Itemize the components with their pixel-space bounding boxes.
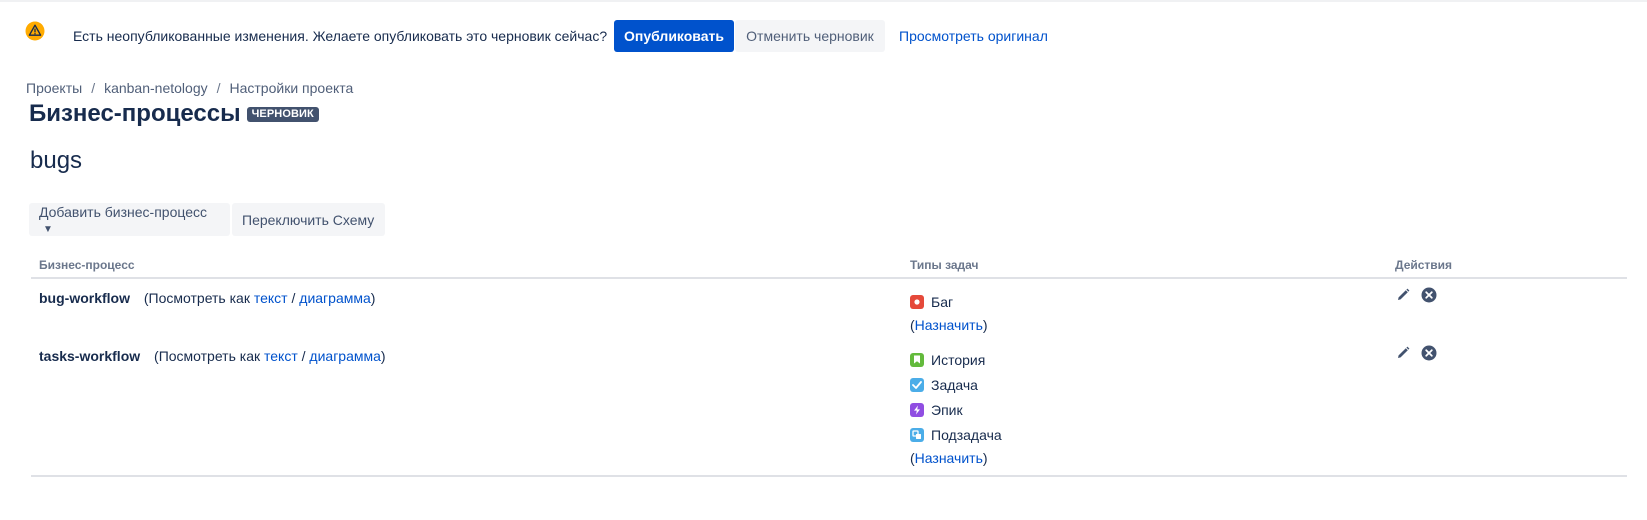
bug-icon (910, 294, 924, 309)
breadcrumb-separator: / (91, 80, 96, 96)
view-as-text-link[interactable]: текст (264, 348, 298, 364)
table-bottom-divider (31, 475, 1627, 477)
view-as-links: (Посмотреть как текст / диаграмма) (154, 348, 386, 364)
view-as-links: (Посмотреть как текст / диаграмма) (144, 290, 376, 306)
warning-icon (25, 21, 45, 41)
switch-scheme-button[interactable]: Переключить Схему (232, 203, 385, 236)
delete-circle-x-icon[interactable] (1421, 287, 1437, 303)
table-header-divider (31, 277, 1627, 279)
view-slash: / (301, 348, 306, 364)
breadcrumb-project-settings[interactable]: Настройки проекта (230, 80, 354, 96)
issue-type-label: История (931, 351, 986, 368)
breadcrumb-separator: / (216, 80, 221, 96)
issue-types-list: История Задача Эпик Подзадача (Назначить… (910, 347, 1002, 469)
add-workflow-label: Добавить бизнес-процесс (39, 203, 207, 220)
issue-type-item: Баг (910, 289, 988, 314)
view-suffix: ) (370, 290, 376, 306)
issue-type-item: Подзадача (910, 422, 1002, 447)
assign-issue-types: (Назначить) (910, 447, 1002, 469)
breadcrumb-project[interactable]: kanban-netology (104, 80, 208, 96)
column-header-issue-types: Типы задач (910, 258, 979, 272)
issue-type-item: Задача (910, 372, 1002, 397)
issue-type-label: Подзадача (931, 426, 1002, 443)
issue-types-list: Баг (Назначить) (910, 289, 988, 336)
issue-type-label: Задача (931, 376, 978, 393)
breadcrumb: Проекты / kanban-netology / Настройки проект… (26, 80, 353, 96)
edit-pencil-icon[interactable] (1395, 345, 1411, 361)
view-prefix: (Посмотреть как (154, 348, 261, 364)
banner-message: Есть неопубликованные изменения. Желаете… (73, 28, 608, 44)
view-as-diagram-link[interactable]: диаграмма (299, 290, 371, 306)
page-title: Бизнес-процессы ЧЕРНОВИК (29, 100, 319, 128)
assign-link[interactable]: Назначить (915, 450, 983, 466)
view-slash: / (291, 290, 296, 306)
issue-type-item: История (910, 347, 1002, 372)
table-row: tasks-workflow (Посмотреть как текст / д… (39, 348, 386, 364)
assign-paren-close: ) (982, 317, 988, 333)
row-actions (1395, 345, 1437, 361)
scheme-name: bugs (30, 147, 83, 174)
edit-pencil-icon[interactable] (1395, 287, 1411, 303)
view-prefix: (Посмотреть как (143, 290, 250, 306)
subtask-icon (910, 427, 924, 442)
epic-icon (910, 402, 924, 417)
table-row: bug-workflow (Посмотреть как текст / диа… (39, 290, 375, 306)
row-actions (1395, 287, 1437, 303)
delete-circle-x-icon[interactable] (1421, 345, 1437, 361)
issue-type-label: Баг (931, 293, 954, 310)
workflow-name: tasks-workflow (39, 348, 141, 364)
view-original-link[interactable]: Просмотреть оригинал (899, 28, 1048, 44)
assign-link[interactable]: Назначить (915, 317, 983, 333)
discard-draft-button[interactable]: Отменить черновик (735, 20, 885, 52)
story-icon (910, 352, 924, 367)
view-suffix: ) (380, 348, 386, 364)
publish-button[interactable]: Опубликовать (614, 20, 734, 52)
issue-type-item: Эпик (910, 397, 1002, 422)
breadcrumb-projects[interactable]: Проекты (26, 80, 82, 96)
column-header-workflow: Бизнес-процесс (39, 258, 135, 272)
column-header-actions: Действия (1395, 258, 1453, 272)
page-title-text: Бизнес-процессы (29, 100, 241, 127)
view-as-text-link[interactable]: текст (254, 290, 288, 306)
add-workflow-dropdown-button[interactable]: Добавить бизнес-процесс ▼ (29, 203, 230, 236)
chevron-down-icon: ▼ (43, 223, 53, 235)
assign-issue-types: (Назначить) (910, 314, 988, 336)
top-border (0, 0, 1647, 2)
draft-banner: Есть неопубликованные изменения. Желаете… (0, 18, 1647, 54)
view-as-diagram-link[interactable]: диаграмма (309, 348, 381, 364)
assign-paren-close: ) (982, 450, 988, 466)
workflow-name: bug-workflow (39, 290, 130, 306)
issue-type-label: Эпик (931, 401, 963, 418)
draft-status-lozenge: ЧЕРНОВИК (246, 107, 319, 123)
task-icon (910, 377, 924, 392)
